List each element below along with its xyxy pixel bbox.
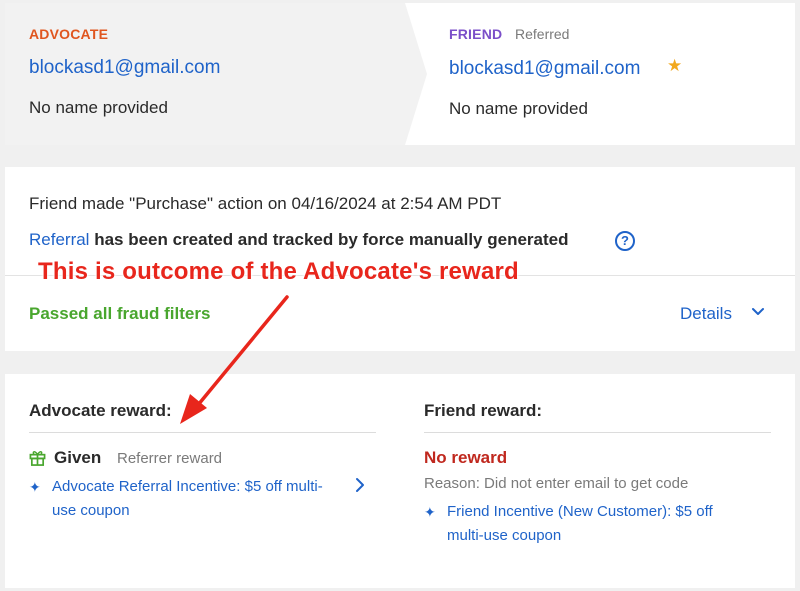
advocate-reward-type: Referrer reward [117, 450, 223, 467]
divider [29, 432, 376, 433]
advocate-arrow-divider [405, 3, 427, 145]
friend-reward-title: Friend reward: [424, 401, 543, 420]
friend-name: No name provided [449, 99, 588, 118]
action-description: Friend made "Purchase" action on 04/16/2… [29, 194, 502, 213]
divider [424, 432, 771, 433]
advocate-email-link[interactable]: blockasd1@gmail.com [29, 57, 220, 79]
friend-role-sub: Referred [515, 26, 570, 42]
advocate-name: No name provided [29, 98, 168, 117]
friend-reward-status: No reward [424, 448, 508, 467]
rewards-panel: Advocate reward: Given Referrer reward ✦… [5, 374, 795, 588]
friend-incentive-link[interactable]: Friend Incentive (New Customer): $5 off … [447, 500, 737, 548]
gift-icon [29, 451, 46, 466]
advocate-role-label: ADVOCATE [29, 26, 109, 42]
annotation-text: This is outcome of the Advocate's reward [38, 258, 519, 285]
chevron-right-icon[interactable] [353, 477, 367, 493]
help-icon[interactable]: ? [615, 231, 635, 251]
friend-reward-reason: Reason: Did not enter email to get code [424, 475, 689, 492]
details-toggle[interactable]: Details [680, 304, 732, 324]
tracked-description: has been created and tracked by force ma… [89, 230, 569, 249]
chevron-down-icon[interactable] [750, 304, 766, 320]
referral-tracked-text: Referral has been created and tracked by… [29, 230, 568, 250]
friend-email-link[interactable]: blockasd1@gmail.com [449, 58, 640, 80]
friend-role-label: FRIEND [449, 26, 503, 42]
sparkle-icon: ✦ [29, 479, 41, 495]
sparkle-icon: ✦ [424, 504, 436, 520]
advocate-incentive-link[interactable]: Advocate Referral Incentive: $5 off mult… [52, 475, 342, 523]
fraud-status: Passed all fraud filters [29, 304, 211, 323]
referral-link[interactable]: Referral [29, 230, 89, 249]
advocate-reward-title: Advocate reward: [29, 401, 172, 420]
participants-panel: ADVOCATE blockasd1@gmail.com No name pro… [5, 3, 795, 145]
advocate-reward-status: Given [54, 448, 102, 467]
star-icon: ★ [667, 56, 683, 75]
